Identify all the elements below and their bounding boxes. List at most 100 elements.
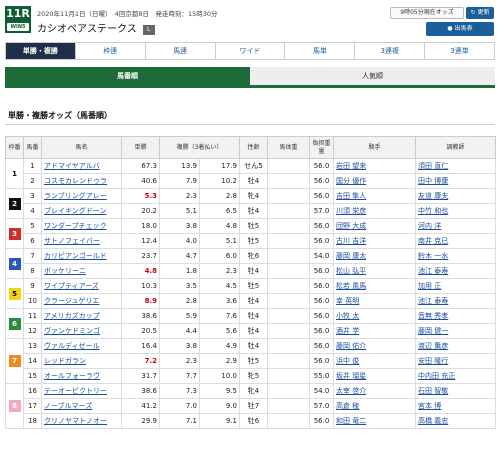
- trainer-link[interactable]: 鈴木 一水: [418, 252, 448, 260]
- place-odds-high: 9.5: [198, 383, 241, 399]
- horse-name-link[interactable]: ヴァンケドミンゴ: [44, 327, 100, 335]
- tab-sort-popularity[interactable]: 人気順: [250, 67, 495, 85]
- trainer-link[interactable]: 中竹 和也: [418, 207, 448, 215]
- jockey-link[interactable]: 川須 栄彦: [336, 207, 366, 215]
- umaban-cell: 14: [23, 353, 42, 369]
- tab-bracket-quinella[interactable]: 枠連: [74, 43, 145, 59]
- waku-badge: 7: [8, 355, 21, 367]
- race-number: 11R: [6, 7, 30, 20]
- tab-trifecta[interactable]: 3連単: [424, 43, 495, 59]
- odds-time-select[interactable]: 9時05分現在オッズ: [390, 7, 464, 19]
- jockey-link[interactable]: 松山 弘平: [336, 267, 366, 275]
- burden-cell: 56.0: [309, 263, 335, 279]
- tab-wide[interactable]: ワイド: [214, 43, 285, 59]
- win-odds-cell: 38.6: [121, 383, 160, 399]
- jockey-link[interactable]: 酒井 学: [336, 327, 359, 335]
- win-odds-cell: 18.0: [121, 218, 160, 234]
- umaban-cell: 4: [23, 203, 42, 219]
- table-row: 18 クリノヤマトノオー 29.9 7.1 9.1 牡6 56.0 和田 竜二 高橋 義忠: [6, 413, 497, 429]
- trainer-link[interactable]: 友道 康夫: [418, 192, 448, 200]
- trainer-cell: 中内田 充正: [415, 368, 497, 384]
- tab-trio[interactable]: 3連複: [354, 43, 425, 59]
- trainer-link[interactable]: 渡辺 薫彦: [418, 342, 448, 350]
- jockey-link[interactable]: 松若 風馬: [336, 282, 366, 290]
- weight-cell: [267, 383, 311, 399]
- horse-name-link[interactable]: オールフォーラヴ: [44, 372, 100, 380]
- burden-cell: 57.0: [309, 203, 335, 219]
- horse-name-link[interactable]: アドマイヤアルバ: [44, 162, 100, 170]
- jockey-link[interactable]: 浜中 俊: [336, 357, 359, 365]
- trainer-link[interactable]: 宮本 博: [418, 402, 441, 410]
- horse-name-link[interactable]: コスモカレンドゥラ: [44, 177, 107, 185]
- horse-name-cell: サトノフェイバー: [41, 233, 122, 249]
- burden-cell: 56.0: [309, 233, 335, 249]
- horse-name-link[interactable]: ボッケリーニ: [44, 267, 86, 275]
- horse-name-link[interactable]: レッドガラン: [44, 357, 86, 365]
- tab-quinella[interactable]: 馬連: [144, 43, 215, 59]
- jockey-link[interactable]: 小牧 太: [336, 312, 359, 320]
- waku-cell: 1: [5, 158, 24, 189]
- trainer-cell: 池江 泰寿: [415, 293, 497, 309]
- jockey-link[interactable]: 吉田 隼人: [336, 192, 366, 200]
- tab-exacta[interactable]: 馬単: [284, 43, 355, 59]
- trainer-link[interactable]: 安田 隆行: [418, 357, 448, 365]
- trainer-cell: 中竹 和也: [415, 203, 497, 219]
- trainer-link[interactable]: 田中 博康: [418, 177, 448, 185]
- horse-name-link[interactable]: ノーブルマーズ: [44, 402, 92, 410]
- win-odds-cell: 5.3: [121, 188, 160, 204]
- horse-name-link[interactable]: カリビアンゴールド: [44, 252, 107, 260]
- trainer-link[interactable]: 音無 秀孝: [418, 312, 448, 320]
- waku-badge: 6: [8, 317, 21, 330]
- tab-sort-number[interactable]: 馬番順: [5, 67, 250, 85]
- horse-name-link[interactable]: サトノフェイバー: [44, 237, 100, 245]
- tab-win-place[interactable]: 単勝・複勝: [6, 43, 75, 59]
- trainer-link[interactable]: 河内 洋: [418, 222, 441, 230]
- place-odds-high: 5.1: [198, 233, 241, 249]
- weight-cell: [267, 323, 311, 339]
- jockey-link[interactable]: 太宰 啓介: [336, 387, 366, 395]
- jockey-link[interactable]: 幸 英明: [336, 297, 359, 305]
- jockey-link[interactable]: 古川 吉洋: [336, 237, 366, 245]
- table-row: 14 レッドガラン 7.2 2.3 2.9 牡5 56.0 浜中 俊 安田 隆行: [6, 353, 497, 369]
- horse-name-link[interactable]: ヴァルディゼール: [44, 342, 100, 350]
- horse-name-link[interactable]: ワイプティアーズ: [44, 282, 99, 290]
- jockey-link[interactable]: 岩田 望来: [336, 162, 366, 170]
- jockey-link[interactable]: 藤岡 佑介: [336, 342, 366, 350]
- trainer-link[interactable]: 池江 泰寿: [418, 297, 448, 305]
- jockey-link[interactable]: 和田 竜二: [336, 417, 366, 425]
- place-odds-low: 1.8: [159, 263, 200, 279]
- burden-cell: 56.0: [309, 173, 335, 189]
- jockey-link[interactable]: 高倉 稜: [336, 402, 359, 410]
- win-odds-cell: 20.5: [121, 323, 160, 339]
- horse-name-link[interactable]: ランブリングアレー: [44, 192, 107, 200]
- jockey-link[interactable]: 坂井 瑠星: [336, 372, 366, 380]
- umaban-cell: 9: [23, 278, 42, 294]
- trainer-link[interactable]: 藤岡 健一: [418, 327, 448, 335]
- place-odds-high: 9.1: [198, 413, 241, 429]
- refresh-button[interactable]: ↻ 更新: [466, 7, 494, 19]
- trainer-link[interactable]: 加用 正: [418, 282, 441, 290]
- table-row: 6 サトノフェイバー 12.4 4.0 5.1 牡5 56.0 古川 吉洋 南井 克巳: [6, 233, 497, 249]
- jockey-cell: 松若 風馬: [333, 278, 417, 294]
- entries-button[interactable]: ● 出馬表: [426, 22, 494, 36]
- trainer-link[interactable]: 池江 泰寿: [418, 267, 448, 275]
- horse-name-link[interactable]: アメリカズカップ: [44, 312, 100, 320]
- trainer-link[interactable]: 高橋 義忠: [418, 417, 448, 425]
- weight-cell: [267, 203, 311, 219]
- umaban-cell: 15: [23, 368, 42, 384]
- jockey-link[interactable]: 団野 大成: [336, 222, 366, 230]
- horse-name-link[interactable]: テーオービクトリー: [44, 387, 107, 395]
- trainer-link[interactable]: 中内田 充正: [418, 372, 455, 380]
- horse-name-link[interactable]: クリノヤマトノオー: [44, 417, 107, 425]
- table-row: 17 ノーブルマーズ 41.2 7.0 9.0 牡7 57.0 高倉 稜 宮本 博: [6, 398, 497, 414]
- jockey-link[interactable]: 国分 優作: [336, 177, 366, 185]
- horse-name-link[interactable]: ワンダープチェック: [44, 222, 107, 230]
- sex-age-cell: 牡4: [239, 293, 269, 309]
- jockey-link[interactable]: 藤岡 康太: [336, 252, 366, 260]
- horse-name-link[interactable]: クラージュゲリエ: [44, 297, 99, 305]
- horse-name-link[interactable]: ブレイキングドーン: [44, 207, 106, 215]
- waku-badge: 8: [8, 400, 21, 412]
- trainer-link[interactable]: 須田 直仁: [418, 162, 448, 170]
- trainer-link[interactable]: 南井 克巳: [418, 237, 448, 245]
- trainer-link[interactable]: 石田 智敬: [418, 387, 448, 395]
